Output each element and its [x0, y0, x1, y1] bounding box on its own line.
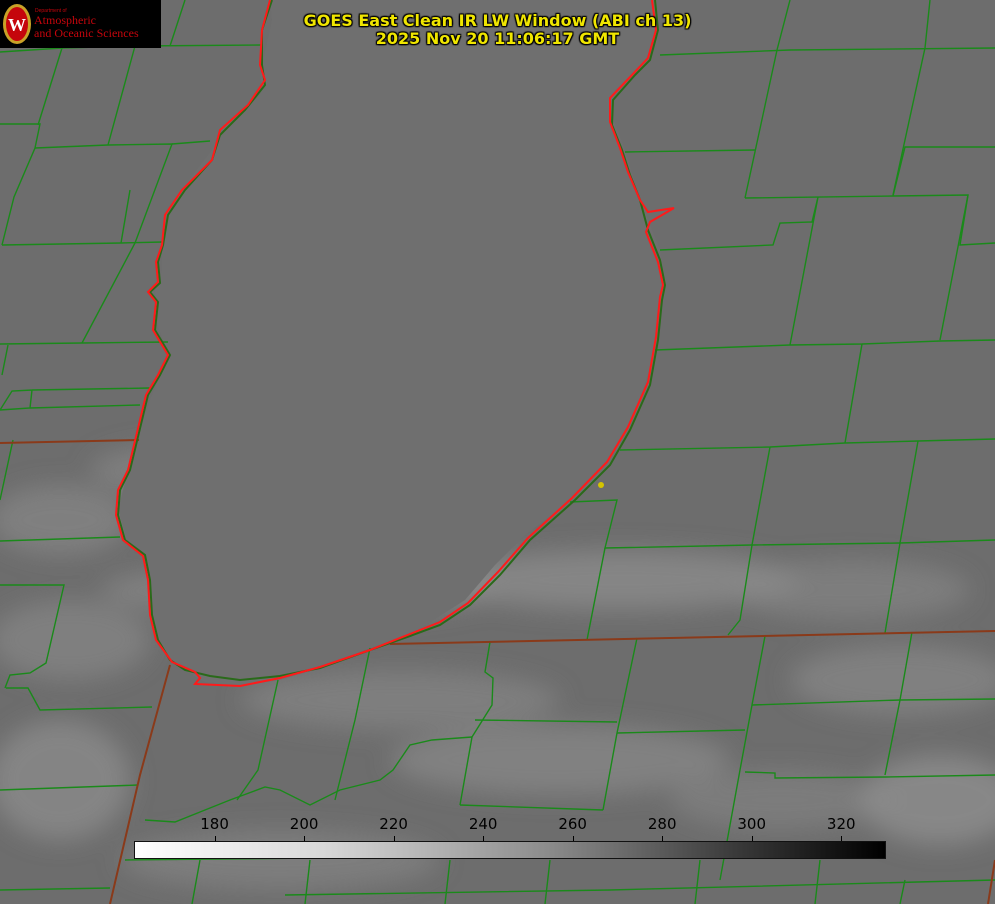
aos-logo: W Department of Atmospheric and Oceanic … — [0, 0, 161, 48]
colorbar-tick-label: 180 — [200, 815, 229, 833]
colorbar-tick-label: 200 — [289, 815, 319, 833]
map-layer — [0, 0, 995, 904]
uw-crest-icon: W — [3, 4, 31, 44]
colorbar-tick-label: 240 — [468, 815, 498, 833]
colorbar-tick-label: 260 — [558, 815, 587, 833]
svg-text:W: W — [8, 15, 26, 35]
satellite-image: GOES East Clean IR LW Window (ABI ch 13)… — [0, 0, 995, 904]
colorbar-tick-label: 320 — [826, 815, 856, 833]
logo-line-2: and Oceanic Sciences — [34, 26, 139, 40]
colorbar-tick-label: 220 — [379, 815, 408, 833]
colorbar-tick-label: 300 — [737, 815, 767, 833]
temperature-colorbar — [134, 841, 886, 859]
colorbar-tick-label: 280 — [647, 815, 677, 833]
station-marker — [598, 482, 604, 488]
